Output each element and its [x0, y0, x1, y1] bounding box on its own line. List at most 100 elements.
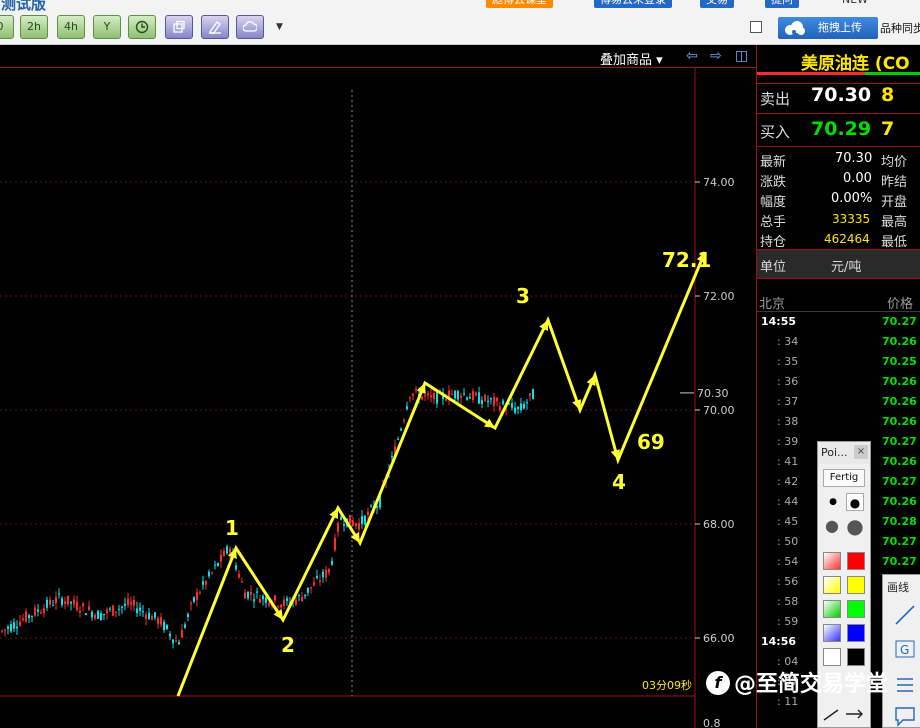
candle-body [127, 598, 129, 606]
candle-body [190, 603, 192, 605]
color-red[interactable] [847, 552, 865, 570]
candle-body [196, 592, 198, 600]
panel-toggle-icon[interactable]: ◫ [735, 48, 748, 64]
candle-body [193, 596, 195, 602]
arrow-left-icon[interactable]: ⇦ [686, 48, 698, 64]
candle-body [61, 598, 63, 605]
candle-body [466, 397, 468, 400]
overlay-dropdown[interactable]: 叠加商品 ▾ [600, 49, 663, 68]
candlestick-chart[interactable]: 74.00 72.00 70.00 68.00 66.00 70.30 1 2 3 4 69 72.1… [0, 68, 756, 728]
stat-label: 持仓 [760, 235, 787, 250]
color-yellow[interactable] [847, 576, 865, 594]
color-light-blue[interactable] [823, 624, 841, 642]
cloud-button[interactable] [236, 15, 264, 39]
candle-body [397, 438, 399, 440]
course-link[interactable]: 彪博云课堂 [486, 0, 553, 8]
fertig-button[interactable]: Fertig [823, 469, 865, 487]
candle-body [184, 624, 186, 628]
candle-body [88, 606, 90, 611]
wave-label: 2 [281, 633, 295, 657]
grid-icon[interactable] [893, 671, 917, 695]
color-blue[interactable] [847, 624, 865, 642]
candle-body [511, 403, 513, 408]
sell-qty: 8 [881, 84, 895, 106]
candle-body [28, 615, 30, 618]
sell-price: 70.30 [811, 84, 872, 106]
candle-body [451, 393, 453, 395]
dot-large-icon[interactable]: ● [823, 517, 841, 535]
candle-body [514, 407, 516, 413]
candle-body [490, 398, 492, 400]
toolbar-dropdown-arrow[interactable]: ▼ [276, 22, 283, 32]
color-light-red[interactable] [823, 552, 841, 570]
candle-body [298, 594, 300, 597]
candle-body [145, 614, 147, 619]
candle-body [265, 597, 267, 603]
dot-small-icon[interactable]: ● [824, 493, 842, 511]
wave-label: 4 [612, 470, 626, 494]
clock-button[interactable] [128, 15, 156, 39]
candle-body [106, 609, 108, 614]
symbol-sync-label: 品种同步 [880, 22, 920, 35]
line-tools-icon[interactable] [822, 704, 866, 724]
candle-body [187, 613, 189, 617]
candle-body [118, 608, 120, 610]
candle-body [274, 595, 276, 601]
sync-checkbox[interactable] [750, 21, 762, 33]
arrow-right-icon[interactable]: ⇨ [710, 48, 722, 64]
tick-price: 70.27 [882, 475, 917, 488]
candle-body [1, 630, 3, 632]
fibonacci-icon[interactable]: G [893, 637, 917, 661]
stat-value-percent: 0.00% [831, 191, 873, 206]
candle-body [403, 419, 405, 421]
draw-tool-button[interactable] [201, 15, 229, 39]
candle-body [325, 569, 327, 578]
line-icon[interactable] [893, 603, 917, 627]
candle-body [43, 608, 45, 613]
trade-button[interactable]: 交易 [700, 0, 734, 8]
ask-button[interactable]: 提问 [765, 0, 799, 8]
candle-body [103, 613, 105, 615]
sell-strength-bar [757, 72, 865, 75]
period-button-0[interactable]: 0 [0, 15, 14, 39]
color-black[interactable] [847, 648, 865, 666]
period-button-4h[interactable]: 4h [57, 15, 85, 39]
color-light-yellow[interactable] [823, 576, 841, 594]
color-light-green[interactable] [823, 600, 841, 618]
buy-qty: 7 [881, 118, 895, 140]
drag-upload-button[interactable]: 拖拽上传 [778, 17, 878, 39]
candle-body [16, 626, 18, 629]
candle-body [85, 613, 87, 616]
candle-body [367, 511, 369, 515]
price-tick-label: 70.00 [703, 404, 735, 417]
candle-body [469, 397, 471, 399]
dot-xlarge-icon[interactable]: ● [844, 515, 866, 537]
comment-icon[interactable] [893, 705, 917, 727]
candle-body [91, 611, 93, 618]
app-title: 易测试版 [0, 0, 47, 13]
candle-body [277, 606, 279, 608]
tick-price: 70.26 [882, 375, 917, 388]
candle-body [313, 582, 315, 586]
close-icon[interactable]: × [854, 445, 868, 459]
candle-body [25, 611, 27, 622]
candle-body [358, 522, 360, 530]
tick-time: : 38 [777, 415, 799, 428]
window-button[interactable] [165, 15, 193, 39]
period-button-2h[interactable]: 2h [20, 15, 48, 39]
bar-countdown: 03分09秒 [642, 678, 692, 692]
stat-side-label: 昨结 [881, 175, 908, 190]
color-white[interactable] [823, 648, 841, 666]
candle-body [391, 455, 393, 458]
tick-time: : 56 [777, 575, 799, 588]
login-status[interactable]: 博易云未登录 [594, 0, 672, 8]
tick-time: : 39 [777, 435, 799, 448]
candle-body [217, 563, 219, 566]
color-green[interactable] [847, 600, 865, 618]
candle-body [280, 604, 282, 608]
candle-body [235, 565, 237, 570]
dot-medium-icon[interactable]: ● [846, 493, 864, 511]
period-button-year[interactable]: Y [93, 15, 121, 39]
candle-body [433, 393, 435, 400]
candle-body [112, 605, 114, 616]
